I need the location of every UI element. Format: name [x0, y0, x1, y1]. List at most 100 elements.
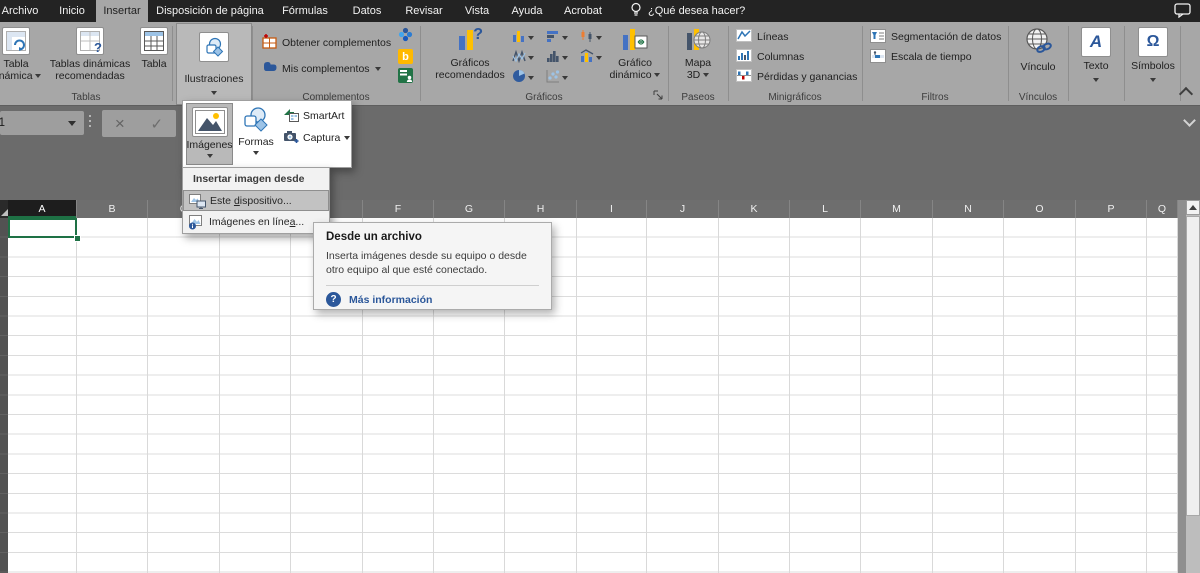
name-box[interactable]: A1 [0, 111, 84, 135]
images-button[interactable]: Imágenes [186, 103, 233, 165]
text-button[interactable]: A Texto [1072, 24, 1120, 82]
tab-revisar[interactable]: Revisar [396, 0, 452, 22]
dialog-launcher-icon[interactable] [653, 90, 664, 101]
column-header-P[interactable]: P [1076, 200, 1147, 218]
illustrations-button[interactable]: Ilustraciones [176, 23, 252, 105]
link-button[interactable]: Vínculo [1014, 24, 1062, 73]
column-Q[interactable] [1147, 218, 1178, 573]
chart-bar-button[interactable] [546, 29, 568, 46]
table-icon [140, 27, 168, 55]
pivot-chart-button[interactable]: Gráfico dinámico [606, 24, 664, 81]
column-B[interactable] [77, 218, 148, 573]
chart-combo-button[interactable] [580, 49, 602, 66]
menu-item-this-device-label: Este dispositivo... [210, 194, 292, 207]
column-N[interactable] [933, 218, 1004, 573]
row-headers[interactable] [0, 218, 8, 573]
formula-buttons: × ✓ [102, 110, 176, 137]
tooltip-body: Inserta imágenes desde su equipo o desde… [326, 250, 527, 276]
menu-item-this-device[interactable]: Este dispositivo... [183, 190, 329, 211]
formula-bar-grip [89, 115, 91, 127]
column-header-M[interactable]: M [861, 200, 933, 218]
selected-cell[interactable] [8, 218, 77, 238]
column-C[interactable] [148, 218, 220, 573]
tab-vista[interactable]: Vista [452, 0, 502, 22]
column-header-J[interactable]: J [647, 200, 719, 218]
shapes-button[interactable]: Formas [234, 103, 278, 165]
column-header-I[interactable]: I [577, 200, 647, 218]
chart-histogram-button[interactable] [546, 49, 568, 66]
column-A[interactable] [8, 218, 77, 573]
addin-bing-icon[interactable]: b [398, 49, 413, 64]
column-header-B[interactable]: B [77, 200, 148, 218]
map-3d-button[interactable]: Mapa 3D [674, 24, 722, 81]
chart-column-button[interactable] [512, 29, 534, 46]
column-K[interactable] [719, 218, 790, 573]
column-header-N[interactable]: N [933, 200, 1004, 218]
sparkline-line-button[interactable]: Líneas [736, 28, 789, 46]
column-O[interactable] [1004, 218, 1076, 573]
column-J[interactable] [647, 218, 719, 573]
tab-archivo[interactable]: Archivo [0, 0, 48, 22]
column-header-H[interactable]: H [505, 200, 577, 218]
column-P[interactable] [1076, 218, 1147, 573]
collapse-ribbon-icon[interactable] [1178, 86, 1194, 102]
column-I[interactable] [577, 218, 647, 573]
column-header-Q[interactable]: Q [1147, 200, 1178, 218]
chart-stock-button[interactable] [580, 29, 602, 46]
column-header-G[interactable]: G [434, 200, 505, 218]
screenshot-button[interactable]: Captura [283, 129, 351, 147]
tab-acrobat[interactable]: Acrobat [552, 0, 614, 22]
select-all-corner[interactable] [0, 200, 8, 218]
recommended-pivot-label-2: recomendadas [55, 70, 125, 82]
column-D[interactable] [220, 218, 291, 573]
get-addins-button[interactable]: Obtener complementos [262, 34, 391, 52]
menu-item-online-images[interactable]: Imágenes en línea... [183, 211, 329, 232]
tab-inicio[interactable]: Inicio [48, 0, 96, 22]
store-icon [262, 34, 277, 52]
recommended-charts-button[interactable]: ? Gráficos recomendados [428, 24, 512, 82]
column-header-O[interactable]: O [1004, 200, 1076, 218]
formula-expand-icon[interactable] [1183, 114, 1196, 127]
enter-icon[interactable]: ✓ [151, 115, 164, 133]
comment-icon[interactable] [1174, 3, 1192, 23]
addin-people-icon[interactable] [398, 68, 413, 86]
column-header-F[interactable]: F [363, 200, 434, 218]
symbols-button[interactable]: Ω Símbolos [1128, 24, 1178, 82]
column-L[interactable] [790, 218, 861, 573]
group-label-tablas: Tablas [71, 92, 101, 103]
tell-me-box[interactable]: ¿Qué desea hacer? [630, 0, 745, 22]
chart-pie-button[interactable] [512, 69, 534, 86]
tab-ayuda[interactable]: Ayuda [502, 0, 552, 22]
chart-waterfall-button[interactable] [512, 49, 534, 66]
smartart-button[interactable]: SmartArt [283, 107, 344, 125]
table-button[interactable]: Tabla [136, 24, 172, 70]
help-link[interactable]: ? Más información [326, 292, 539, 307]
tab-insertar[interactable]: Insertar [96, 0, 148, 22]
group-paseos: Mapa 3D Paseos [668, 22, 728, 104]
column-header-K[interactable]: K [719, 200, 790, 218]
sparkline-column-button[interactable]: Columnas [736, 48, 804, 66]
recommended-pivot-button[interactable]: ? Tablas dinámicas recomendadas [44, 24, 136, 82]
addin-office-icon[interactable] [398, 27, 413, 45]
column-header-A[interactable]: A [8, 200, 77, 218]
tab-disposicion[interactable]: Disposición de página [148, 0, 272, 22]
my-addins-button[interactable]: Mis complementos [262, 60, 381, 78]
timeline-button[interactable]: Escala de tiempo [870, 48, 972, 66]
recommended-pivot-icon: ? [76, 27, 104, 55]
vertical-scrollbar[interactable] [1186, 200, 1200, 573]
column-header-L[interactable]: L [790, 200, 861, 218]
scrollbar-thumb[interactable] [1186, 216, 1200, 516]
cancel-icon[interactable]: × [115, 115, 125, 132]
slicer-button[interactable]: Segmentación de datos [870, 28, 1001, 46]
fill-handle-icon[interactable] [74, 234, 81, 242]
scroll-up-button[interactable] [1186, 200, 1200, 215]
name-box-dropdown-icon[interactable] [68, 121, 76, 126]
column-M[interactable] [861, 218, 933, 573]
sparkline-winloss-button[interactable]: Pérdidas y ganancias [736, 68, 857, 86]
tab-formulas[interactable]: Fórmulas [272, 0, 338, 22]
sheet-grid[interactable] [0, 218, 1178, 573]
pivot-table-button[interactable]: Tabla dinámica [0, 24, 46, 82]
pivot-chart-icon [622, 27, 648, 54]
tab-datos[interactable]: Datos [338, 0, 396, 22]
chart-scatter-button[interactable] [546, 69, 568, 86]
